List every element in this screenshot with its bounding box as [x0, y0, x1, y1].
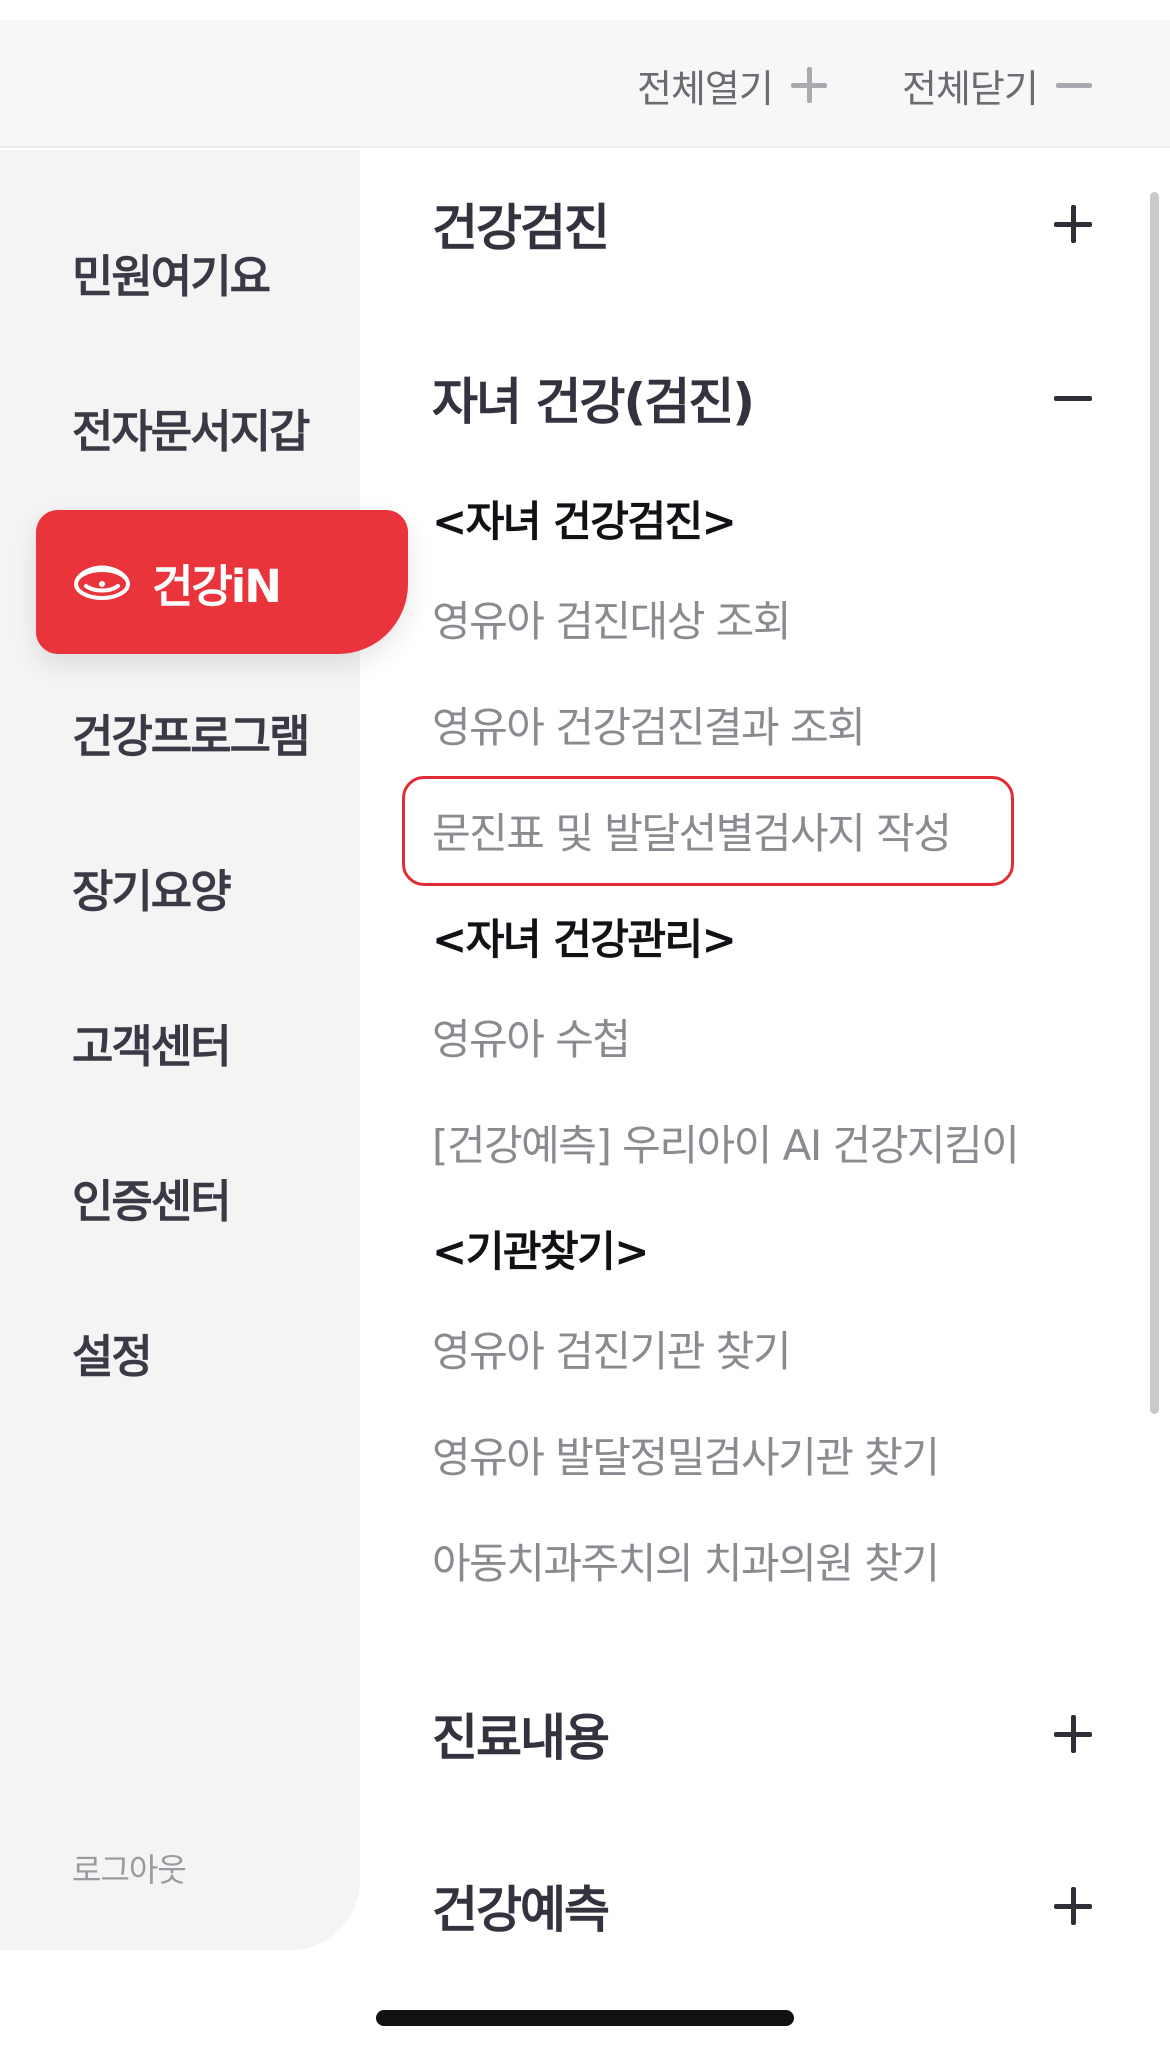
link-questionnaire-development-screening[interactable]: 문진표 및 발달선별검사지 작성: [432, 800, 952, 861]
sidebar-item-certification-center[interactable]: 인증센터: [72, 1165, 232, 1230]
logout-link[interactable]: 로그아웃: [72, 1845, 187, 1891]
open-all-label: 전체열기: [637, 66, 774, 111]
sidebar-item-settings[interactable]: 설정: [72, 1320, 153, 1385]
section-title: 자녀 건강(검진): [432, 373, 755, 431]
scrollbar[interactable]: [1150, 192, 1159, 1414]
close-all-button[interactable]: 전체닫기: [902, 60, 1092, 111]
open-all-button[interactable]: 전체열기: [637, 60, 827, 111]
health-in-logo-icon: [74, 565, 130, 600]
plus-icon: [1054, 1715, 1092, 1753]
link-ai-health-guard[interactable]: [건강예측] 우리아이 AI 건강지킴이: [432, 1112, 1020, 1173]
section-title: 진료내용: [432, 1709, 610, 1767]
sidebar-item-civil-petition[interactable]: 민원여기요: [72, 240, 271, 305]
link-find-child-dental-clinic[interactable]: 아동치과주치의 치과의원 찾기: [432, 1530, 940, 1591]
group-heading-find-institution: <기관찾기>: [432, 1227, 649, 1276]
toolbar: 전체열기 전체닫기: [0, 20, 1170, 148]
group-heading-child-health-management: <자녀 건강관리>: [432, 915, 737, 964]
plus-icon: [1054, 205, 1092, 243]
link-infant-handbook[interactable]: 영유아 수첩: [432, 1006, 631, 1067]
sidebar: 민원여기요 전자문서지갑 건강iN 건강프로그램 장기요양 고객센터 인증센터 …: [0, 150, 408, 1950]
home-indicator[interactable]: [376, 2010, 794, 2026]
plus-icon: [1054, 1887, 1092, 1925]
sidebar-item-health-program[interactable]: 건강프로그램: [72, 700, 310, 765]
section-treatment-details[interactable]: 진료내용: [432, 1694, 1092, 1774]
section-title: 건강예측: [432, 1881, 610, 1939]
link-find-checkup-institution[interactable]: 영유아 검진기관 찾기: [432, 1318, 791, 1379]
group-heading-child-checkup: <자녀 건강검진>: [432, 497, 737, 546]
section-health-prediction[interactable]: 건강예측: [432, 1866, 1092, 1946]
sidebar-item-health-in[interactable]: 건강iN: [36, 510, 408, 654]
page: 전체열기 전체닫기 민원여기요 전자문서지갑 건강iN 건강프로그램 장기요양 …: [0, 0, 1170, 2052]
section-child-health[interactable]: 자녀 건강(검진): [432, 358, 1092, 438]
section-health-checkup[interactable]: 건강검진: [432, 184, 1092, 264]
section-title: 건강검진: [432, 199, 610, 257]
sidebar-item-customer-center[interactable]: 고객센터: [72, 1010, 232, 1075]
minus-icon: [1055, 67, 1092, 103]
sidebar-item-e-document-wallet[interactable]: 전자문서지갑: [72, 395, 310, 460]
close-all-label: 전체닫기: [902, 66, 1039, 111]
sidebar-item-long-term-care[interactable]: 장기요양: [72, 855, 232, 920]
minus-icon: [1054, 379, 1092, 417]
link-infant-checkup-target[interactable]: 영유아 검진대상 조회: [432, 588, 791, 649]
link-infant-checkup-result[interactable]: 영유아 건강검진결과 조회: [432, 694, 866, 755]
plus-icon: [790, 67, 827, 103]
link-find-development-test-institution[interactable]: 영유아 발달정밀검사기관 찾기: [432, 1424, 940, 1485]
sidebar-item-label: 건강iN: [152, 559, 282, 613]
